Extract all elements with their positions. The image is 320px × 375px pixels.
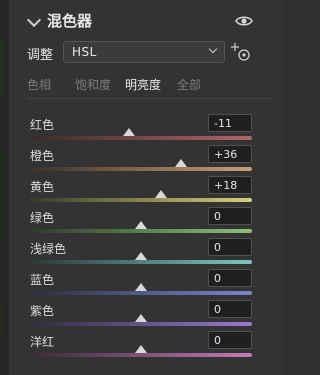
tab-hue[interactable]: 色相 (27, 76, 51, 93)
panel-header[interactable]: 混色器 (9, 0, 283, 40)
slider-thumb-yellow[interactable] (154, 190, 167, 198)
slider-track-yellow[interactable] (30, 198, 252, 202)
slider-track-green[interactable] (30, 229, 252, 233)
chevron-down-icon[interactable] (26, 12, 42, 28)
slider-thumb-magenta[interactable] (135, 345, 147, 353)
slider-thumb-purple[interactable] (135, 314, 147, 322)
edge-accent (0, 150, 3, 240)
slider-track-aqua[interactable] (30, 260, 252, 264)
tab-all[interactable]: 全部 (177, 76, 201, 93)
slider-label: 浅绿色 (30, 242, 67, 256)
edge-accent (0, 300, 3, 340)
slider-label: 洋红 (30, 335, 55, 349)
chevron-down-icon (208, 44, 218, 54)
value-input-yellow[interactable]: +18 (208, 176, 252, 194)
slider-thumb-red[interactable] (122, 128, 135, 136)
panel-title: 混色器 (47, 12, 93, 30)
slider-label: 绿色 (30, 211, 55, 225)
slider-track-red[interactable] (30, 136, 252, 140)
value-input-purple[interactable]: 0 (208, 300, 252, 318)
value-input-orange[interactable]: +36 (208, 145, 252, 163)
slider-thumb-aqua[interactable] (135, 252, 147, 260)
color-mixer-panel: 混色器 调整 HSL 色相 饱和度 明亮度 全部 红色 -11 橙色 +36 黄… (8, 0, 283, 375)
eye-icon[interactable] (235, 12, 253, 30)
tab-saturation[interactable]: 饱和度 (75, 76, 111, 93)
slider-track-blue[interactable] (30, 291, 252, 295)
value-input-green[interactable]: 0 (208, 207, 252, 225)
slider-thumb-blue[interactable] (135, 283, 147, 291)
slider-track-magenta[interactable] (30, 353, 252, 357)
mode-select[interactable]: HSL (63, 41, 225, 63)
slider-label: 红色 (30, 118, 55, 132)
value-input-aqua[interactable]: 0 (208, 238, 252, 256)
slider-label: 橙色 (30, 149, 55, 163)
slider-label: 黄色 (30, 180, 55, 194)
tab-divider (27, 98, 273, 99)
mode-select-value: HSL (72, 45, 97, 59)
edge-accent (0, 40, 3, 100)
value-input-blue[interactable]: 0 (208, 269, 252, 287)
slider-track-purple[interactable] (30, 322, 252, 326)
slider-thumb-green[interactable] (135, 221, 147, 229)
value-input-red[interactable]: -11 (208, 114, 252, 132)
slider-label: 蓝色 (30, 273, 55, 287)
left-edge-strip (0, 0, 8, 375)
tab-luminance[interactable]: 明亮度 (125, 76, 161, 93)
target-adjustment-tool-icon[interactable] (229, 42, 253, 64)
slider-track-orange[interactable] (30, 167, 252, 171)
adjust-label: 调整 (27, 48, 54, 63)
value-input-magenta[interactable]: 0 (208, 331, 252, 349)
slider-label: 紫色 (30, 304, 55, 318)
slider-thumb-orange[interactable] (174, 159, 187, 167)
